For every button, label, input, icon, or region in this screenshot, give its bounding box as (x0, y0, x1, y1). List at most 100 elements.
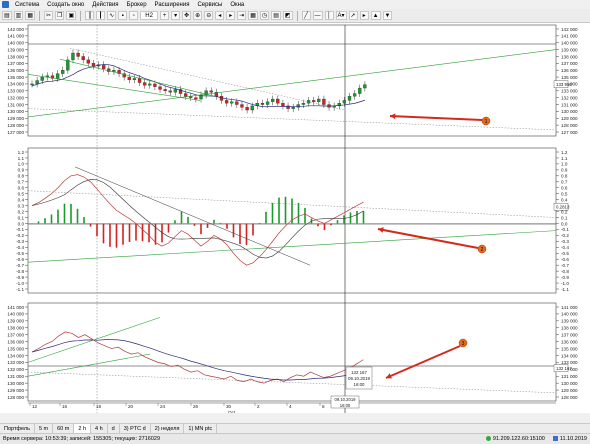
right-tick-label: 1.2 (561, 150, 568, 155)
x-tick-label: 24 (160, 404, 166, 409)
left-tick-label: 0.8 (18, 174, 25, 179)
macd-histogram-bar (330, 223, 332, 226)
candle (137, 78, 142, 83)
right-tick-label: 136 000 (561, 68, 578, 73)
scroll-right-icon[interactable]: ▸ (226, 11, 236, 20)
right-tick-label: 130 000 (561, 381, 578, 386)
left-tick-label: 132 000 (7, 95, 24, 100)
right-tick-label: 0.0 (561, 221, 568, 226)
left-tick-label: -0.7 (16, 263, 24, 268)
label-tool-icon[interactable]: ▸ (359, 11, 369, 20)
candle (358, 87, 362, 94)
annotation-badge-3-label: 3 (462, 341, 465, 347)
chevron-down-icon[interactable]: ▾ (171, 11, 181, 20)
objects-icon[interactable]: ◩ (282, 11, 293, 20)
candle (352, 93, 357, 97)
chart-area[interactable]: 142 000 142 000 141 000 141 000 140 000 140 0… (0, 23, 590, 415)
left-tick-label: -0.4 (16, 245, 24, 250)
pane-frame-line (27, 302, 557, 402)
open-icon[interactable]: ▤ (2, 11, 12, 20)
right-tick-label: 133 000 (561, 360, 578, 365)
menu-item-new-window[interactable]: Создать окно (43, 2, 88, 8)
macd-histogram-bar (174, 220, 176, 224)
menu-item-broker[interactable]: Брокер (123, 2, 151, 8)
cut-icon[interactable]: ✂ (44, 11, 54, 20)
sell-arrow-icon[interactable]: ▼ (382, 11, 393, 20)
chart-settings-icon[interactable]: ▪ (118, 11, 128, 20)
left-tick-label: 1.1 (18, 156, 25, 161)
x-tick-label: 2 (257, 404, 260, 409)
toolbar: ▤ ▥ ▦ ✂ ❐ ▣ ║ ┃ ∿ ▪ ▫ H2 + ▾ ✥ ⊕ ⊖ ◂ ▸ ⇥… (0, 9, 590, 23)
right-tick-label: 134 000 (561, 353, 578, 358)
left-tick-label: 138 000 (7, 54, 24, 59)
copy-icon[interactable]: ❐ (55, 11, 65, 20)
left-tick-label: 139 000 (7, 47, 24, 52)
macd-histogram-bar (180, 211, 183, 224)
left-tick-label: 130 000 (7, 109, 24, 114)
candle (317, 98, 321, 102)
menu-item-services[interactable]: Сервисы (193, 2, 226, 8)
menu-item-system[interactable]: Система (11, 2, 43, 8)
right-tick-label: 129 000 (561, 116, 578, 121)
candle (291, 107, 295, 109)
right-tick-label: 0.7 (561, 180, 568, 185)
candle (281, 103, 285, 107)
left-tick-label: 0.5 (18, 191, 25, 196)
server-time-status: Время сервера: 10:53:39; записей: 155305… (3, 436, 161, 442)
candle (173, 89, 178, 93)
scroll-left-icon[interactable]: ◂ (215, 11, 225, 20)
candle (276, 98, 280, 104)
right-tick-label: -0.9 (561, 275, 569, 280)
candle (55, 73, 60, 79)
candle (286, 105, 290, 109)
grid-icon[interactable]: ▦ (248, 11, 258, 20)
left-tick-label: -0.9 (16, 275, 24, 280)
print-icon[interactable]: ▦ (25, 11, 36, 20)
candle (322, 98, 326, 105)
macd-histogram-bar (50, 214, 53, 224)
bar-chart-icon[interactable]: ║ (85, 11, 95, 20)
crosshair-icon[interactable]: + (160, 11, 170, 20)
zoom-out-icon[interactable]: ⊖ (204, 11, 214, 20)
current-date: 11.10.2019 (559, 436, 587, 442)
left-tick-label: 136 000 (7, 68, 24, 73)
zoom-in-icon[interactable]: ⊕ (193, 11, 203, 20)
macd-histogram-bar (135, 223, 137, 241)
menu-item-actions[interactable]: Действия (88, 2, 122, 8)
save-icon[interactable]: ▥ (13, 11, 24, 20)
menu-item-windows[interactable]: Окна (226, 2, 248, 8)
autoscroll-icon[interactable]: ⇥ (237, 11, 247, 20)
candle (158, 86, 162, 90)
menu-item-extensions[interactable]: Расширения (151, 2, 194, 8)
line-chart-icon[interactable]: ∿ (107, 11, 117, 20)
template-icon[interactable]: ▤ (271, 11, 281, 20)
chart-svg[interactable]: 142 000 142 000 141 000 141 000 140 000 140 0… (0, 23, 590, 415)
timeframe-dropdown[interactable]: H2 (140, 11, 159, 20)
date-status: 11.10.2019 (552, 436, 587, 442)
candle-chart-icon[interactable]: ┃ (96, 11, 106, 20)
x-tick-label: 12 (32, 404, 38, 409)
candle (86, 59, 90, 64)
macd-histogram-bar (128, 223, 131, 242)
macd-histogram-bar (271, 202, 274, 224)
macd-histogram-bar (187, 216, 189, 224)
macd-histogram-bar (102, 223, 105, 244)
macd-histogram-bar (44, 218, 46, 224)
right-tick-label: 131 000 (561, 102, 578, 107)
left-tick-label: 129 000 (7, 388, 24, 393)
period-icon[interactable]: ◷ (259, 11, 270, 20)
candle (260, 103, 265, 105)
candle (183, 93, 188, 97)
right-tick-label: 141 000 (561, 34, 578, 39)
paste-icon[interactable]: ▣ (66, 11, 77, 20)
trendline-icon[interactable]: ╱ (301, 11, 311, 20)
arrow-tool-icon[interactable]: ➚ (348, 11, 358, 20)
right-tick-label: -0.3 (561, 239, 569, 244)
indicator-icon[interactable]: ▫ (129, 11, 139, 20)
buy-arrow-icon[interactable]: ▲ (370, 11, 381, 20)
vline-icon[interactable]: │ (324, 11, 334, 20)
move-icon[interactable]: ✥ (182, 11, 192, 20)
candle (240, 104, 244, 108)
hline-icon[interactable]: — (312, 11, 323, 20)
text-tool-icon[interactable]: A▾ (335, 11, 347, 20)
